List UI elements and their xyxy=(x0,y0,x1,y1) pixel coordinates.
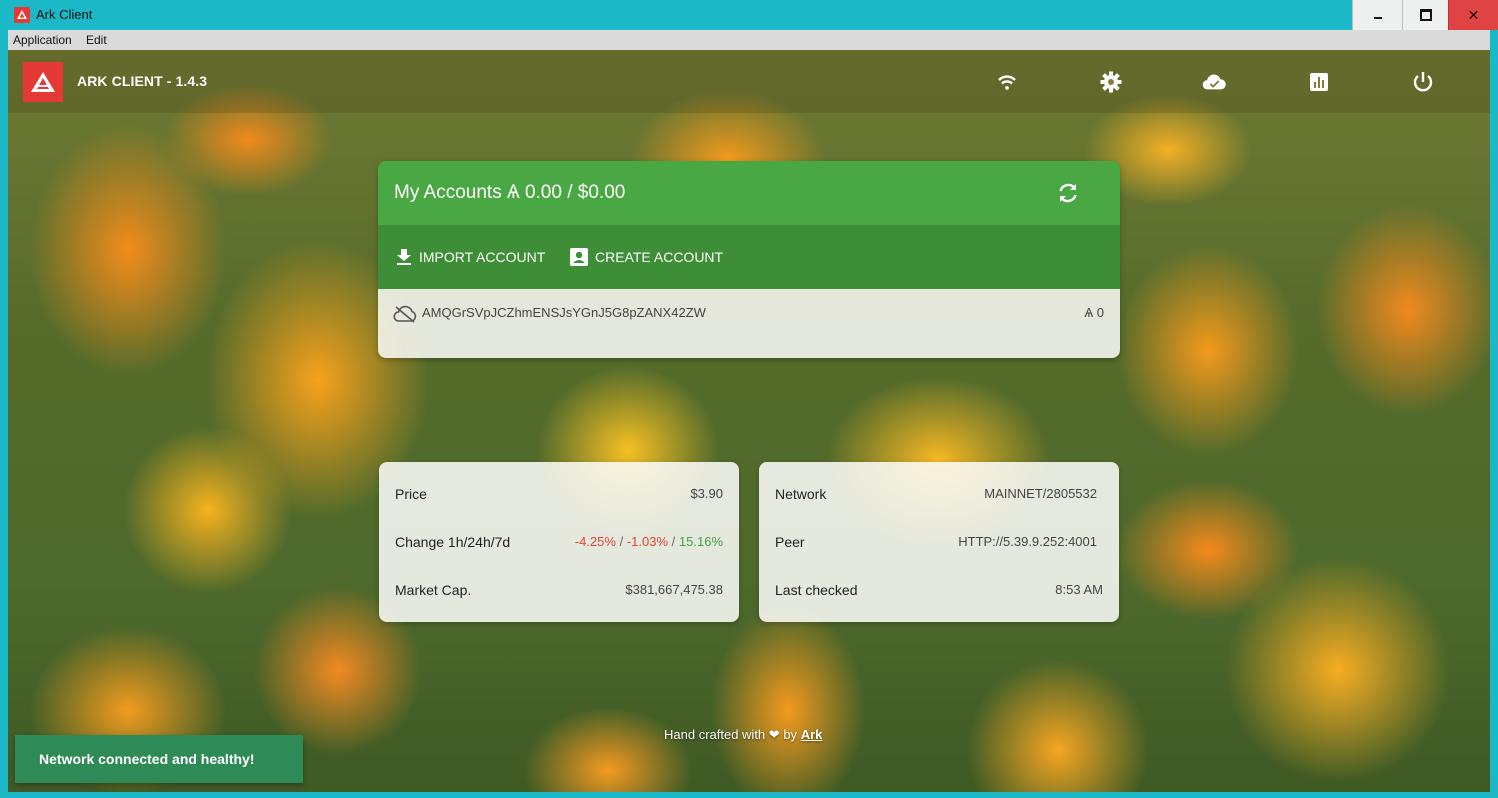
import-account-label: IMPORT ACCOUNT xyxy=(419,249,546,265)
menu-item-application[interactable]: Application xyxy=(13,33,72,47)
app-toolbar: ARK CLIENT - 1.4.3 xyxy=(8,50,1490,113)
network-value: MAINNET/2805532 xyxy=(984,486,1097,501)
account-row[interactable]: AMQGrSVpJCZhmENSJsYGnJ5G8pZANX42ZW Ѧ 0 xyxy=(378,289,1120,358)
ark-logo xyxy=(23,62,63,102)
account-address: AMQGrSVpJCZhmENSJsYGnJ5G8pZANX42ZW xyxy=(422,305,706,320)
accounts-header: My Accounts Ѧ 0.00 / $0.00 xyxy=(378,161,1120,225)
create-account-label: CREATE ACCOUNT xyxy=(595,249,724,265)
network-card: Network MAINNET/2805532 Peer HTTP://5.39… xyxy=(759,462,1119,622)
window-titlebar[interactable]: Ark Client ✕ xyxy=(0,0,1498,30)
maximize-button[interactable] xyxy=(1402,0,1448,30)
power-icon[interactable] xyxy=(1411,70,1435,94)
peer-row: Peer HTTP://5.39.9.252:4001 xyxy=(775,534,1103,554)
refresh-icon[interactable] xyxy=(1056,181,1080,205)
status-toast: Network connected and healthy! xyxy=(15,735,303,783)
accounts-actions: IMPORT ACCOUNT CREATE ACCOUNT xyxy=(378,225,1120,289)
footer-credit: Hand crafted with ❤ by Ark xyxy=(664,727,822,743)
last-checked-label: Last checked xyxy=(775,582,858,598)
change-values: -4.25% / -1.03% / 15.16% xyxy=(575,534,723,549)
network-row: Network MAINNET/2805532 xyxy=(775,486,1103,506)
market-cap-value: $381,667,475.38 xyxy=(625,582,723,597)
price-value: $3.90 xyxy=(690,486,723,501)
minimize-icon xyxy=(1373,17,1382,19)
app-title: ARK CLIENT - 1.4.3 xyxy=(77,73,208,89)
close-button[interactable]: ✕ xyxy=(1448,0,1498,30)
change-24h: -1.03% xyxy=(626,534,669,549)
window-title: Ark Client xyxy=(36,7,93,22)
change-7d: 15.16% xyxy=(678,534,723,549)
maximize-icon xyxy=(1419,9,1432,21)
cloud-off-icon xyxy=(393,305,417,323)
footer-by: by xyxy=(783,727,798,742)
download-icon xyxy=(397,249,411,265)
market-cap-label: Market Cap. xyxy=(395,582,472,598)
create-account-button[interactable]: CREATE ACCOUNT xyxy=(569,225,723,289)
market-cap-row: Market Cap. $381,667,475.38 xyxy=(395,582,723,602)
footer-prefix: Hand crafted with xyxy=(664,727,766,742)
peer-value: HTTP://5.39.9.252:4001 xyxy=(958,534,1097,549)
account-box-icon xyxy=(570,248,588,266)
menubar: Application Edit xyxy=(8,30,1490,50)
account-balance: Ѧ 0 xyxy=(1084,305,1104,320)
toast-message: Network connected and healthy! xyxy=(39,751,255,767)
network-label: Network xyxy=(775,486,827,502)
change-row: Change 1h/24h/7d -4.25% / -1.03% / 15.16… xyxy=(395,534,723,554)
close-icon: ✕ xyxy=(1467,6,1480,23)
price-row: Price $3.90 xyxy=(395,486,723,506)
wifi-icon[interactable] xyxy=(995,70,1019,94)
price-label: Price xyxy=(395,486,427,502)
ark-app-icon xyxy=(14,7,30,23)
change-1h: -4.25% xyxy=(574,534,616,549)
chart-icon[interactable] xyxy=(1307,70,1331,94)
change-separator: / xyxy=(671,534,676,549)
settings-gear-icon[interactable] xyxy=(1099,70,1123,94)
app-content: ARK CLIENT - 1.4.3 My Accounts Ѧ 0.00 / … xyxy=(8,50,1490,792)
change-label: Change 1h/24h/7d xyxy=(395,534,511,550)
menu-item-edit[interactable]: Edit xyxy=(86,33,107,47)
accounts-title: My Accounts Ѧ 0.00 / $0.00 xyxy=(394,182,626,203)
accounts-card: My Accounts Ѧ 0.00 / $0.00 IMPORT ACCOUN… xyxy=(378,161,1120,358)
last-checked-value: 8:53 AM xyxy=(1055,582,1103,597)
last-checked-row: Last checked 8:53 AM xyxy=(775,582,1103,602)
change-separator: / xyxy=(619,534,624,549)
cloud-done-icon[interactable] xyxy=(1202,70,1226,94)
ark-link[interactable]: Ark xyxy=(801,727,823,742)
minimize-button[interactable] xyxy=(1352,0,1402,30)
import-account-button[interactable]: IMPORT ACCOUNT xyxy=(395,225,545,289)
heart-icon: ❤ xyxy=(768,727,780,742)
peer-label: Peer xyxy=(775,534,805,550)
market-card: Price $3.90 Change 1h/24h/7d -4.25% / -1… xyxy=(379,462,739,622)
